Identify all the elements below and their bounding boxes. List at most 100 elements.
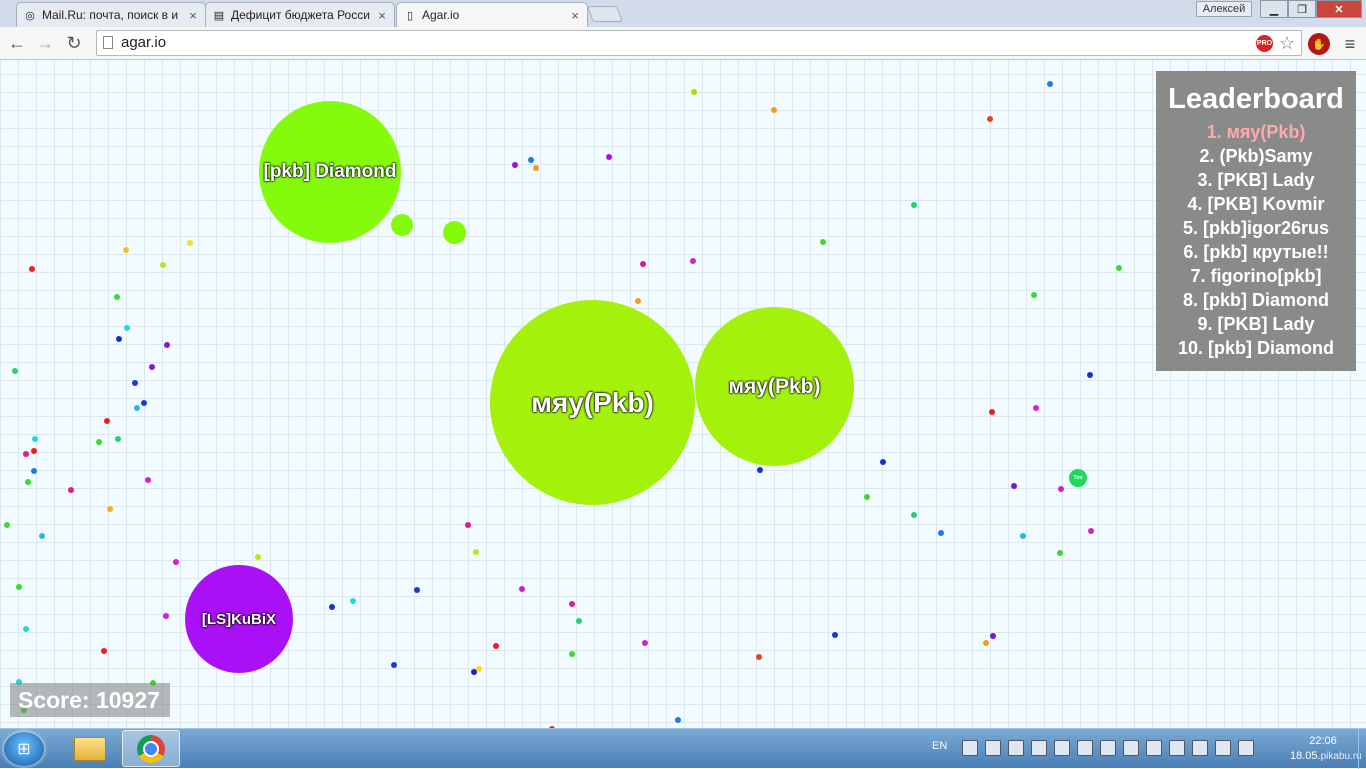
tab-budget-article[interactable]: ▤ Дефицит бюджета Росси ×: [205, 2, 395, 27]
leaderboard-entry: 6. [pkb] крутые!!: [1183, 242, 1329, 262]
food-pellet: [533, 165, 539, 171]
food-pellet: [642, 640, 648, 646]
tab-agar-io[interactable]: ▯ Agar.io ×: [396, 2, 588, 27]
tab-title: Дефицит бюджета Росси: [231, 8, 370, 22]
food-pellet: [820, 239, 826, 245]
own-cell-large: мяу(Pkb): [490, 300, 695, 505]
monitor-icon[interactable]: [1054, 740, 1070, 756]
player-cell-tiny: Tim: [1069, 469, 1087, 487]
antivirus-icon[interactable]: [1169, 740, 1185, 756]
leaderboard-entry: 2. (Pkb)Samy: [1199, 146, 1313, 166]
tab-mail-ru[interactable]: ◎ Mail.Ru: почта, поиск в и ×: [16, 2, 206, 27]
reload-icon[interactable]: ↻: [63, 32, 85, 54]
cell-name: мяу(Pkb): [728, 374, 821, 398]
game-canvas[interactable]: [pkb] Diamond мяу(Pkb) мяу(Pkb) [LS]KuBi…: [0, 60, 1366, 728]
food-pellet: [32, 436, 38, 442]
ejected-mass-cell: [443, 221, 466, 244]
back-icon[interactable]: ←: [6, 32, 28, 54]
food-pellet: [1058, 486, 1064, 492]
leaderboard-entry: 5. [pkb]igor26rus: [1182, 218, 1330, 238]
food-pellet: [31, 468, 37, 474]
pro-extension-icon[interactable]: PRO: [1256, 35, 1273, 52]
close-tab-icon[interactable]: ×: [187, 8, 199, 23]
ejected-mass-cell: [391, 214, 413, 236]
food-pellet: [173, 559, 179, 565]
page-icon: [103, 36, 113, 49]
food-pellet: [528, 157, 534, 163]
taskbar-chrome-button[interactable]: [122, 730, 180, 767]
forward-icon[interactable]: →: [34, 32, 56, 54]
address-bar[interactable]: agar.io PRO ☆: [96, 30, 1302, 56]
food-pellet: [465, 522, 471, 528]
leaderboard-entry: 9. [PKB] Lady: [1197, 314, 1315, 334]
food-pellet: [987, 116, 993, 122]
show-desktop-button[interactable]: [1358, 729, 1366, 769]
food-pellet: [149, 364, 155, 370]
close-tab-icon[interactable]: ×: [376, 8, 388, 23]
food-pellet: [1033, 405, 1039, 411]
minimize-button[interactable]: ▁: [1260, 0, 1288, 18]
signal-icon[interactable]: [1238, 740, 1254, 756]
food-pellet: [31, 448, 37, 454]
food-pellet: [187, 240, 193, 246]
nvidia-icon[interactable]: [1146, 740, 1162, 756]
food-pellet: [832, 632, 838, 638]
leaderboard-entry: 10. [pkb] Diamond: [1177, 338, 1334, 358]
food-pellet: [68, 487, 74, 493]
food-pellet: [132, 380, 138, 386]
food-pellet: [414, 587, 420, 593]
food-pellet: [756, 654, 762, 660]
food-pellet: [116, 336, 122, 342]
clock-date-text: 18.05.: [1290, 750, 1321, 762]
food-pellet: [938, 530, 944, 536]
chrome-menu-icon[interactable]: ≡: [1340, 33, 1360, 55]
leaderboard-entry: 3. [PKB] Lady: [1197, 170, 1315, 190]
food-pellet: [29, 266, 35, 272]
adblock-extension-icon[interactable]: ✋: [1308, 33, 1330, 55]
food-pellet: [391, 662, 397, 668]
leaderboard-panel: Leaderboard 1. мяу(Pkb) 2. (Pkb)Samy 3. …: [1156, 71, 1356, 371]
new-tab-button[interactable]: [587, 6, 623, 22]
punto-switcher-icon[interactable]: [962, 740, 978, 756]
maximize-button[interactable]: ❐: [1288, 0, 1316, 18]
food-pellet: [16, 584, 22, 590]
folder-icon: [74, 737, 106, 761]
food-pellet: [471, 669, 477, 675]
mail-ru-icon: ◎: [25, 9, 35, 22]
language-indicator[interactable]: EN: [932, 740, 947, 752]
close-window-button[interactable]: ✕: [1316, 0, 1362, 18]
food-pellet: [640, 261, 646, 267]
usb-icon[interactable]: [1192, 740, 1208, 756]
food-pellet: [606, 154, 612, 160]
profile-button[interactable]: Алексей: [1196, 1, 1252, 17]
taskmanager-icon[interactable]: [985, 740, 1001, 756]
food-pellet: [1031, 292, 1037, 298]
food-pellet: [864, 494, 870, 500]
player-cell-kubix: [LS]KuBiX: [185, 565, 293, 673]
system-tray: [962, 740, 1261, 758]
printer-icon[interactable]: [1100, 740, 1116, 756]
volume-icon[interactable]: [1215, 740, 1231, 756]
display-icon[interactable]: [1123, 740, 1139, 756]
tab-title: Agar.io: [422, 8, 460, 22]
network-drive-icon[interactable]: [1008, 740, 1024, 756]
food-pellet: [114, 294, 120, 300]
food-pellet: [1020, 533, 1026, 539]
system-clock[interactable]: 22:06 18.05.pikabu.ru: [1290, 734, 1362, 764]
security-shield-icon[interactable]: [1031, 740, 1047, 756]
bookmark-star-icon[interactable]: ☆: [1279, 32, 1295, 54]
food-pellet: [473, 549, 479, 555]
windows-start-button[interactable]: ⊞: [4, 732, 44, 766]
close-tab-icon[interactable]: ×: [569, 8, 581, 23]
taskbar-explorer-button[interactable]: [62, 731, 118, 767]
food-pellet: [569, 601, 575, 607]
cell-name: [pkb] Diamond: [263, 161, 397, 182]
food-pellet: [911, 512, 917, 518]
flag-icon[interactable]: [1077, 740, 1093, 756]
food-pellet: [160, 262, 166, 268]
score-display: Score: 10927: [10, 683, 170, 717]
leaderboard-entry: 1. мяу(Pkb): [1206, 122, 1306, 142]
food-pellet: [96, 439, 102, 445]
url-text[interactable]: agar.io: [121, 31, 166, 55]
food-pellet: [101, 648, 107, 654]
